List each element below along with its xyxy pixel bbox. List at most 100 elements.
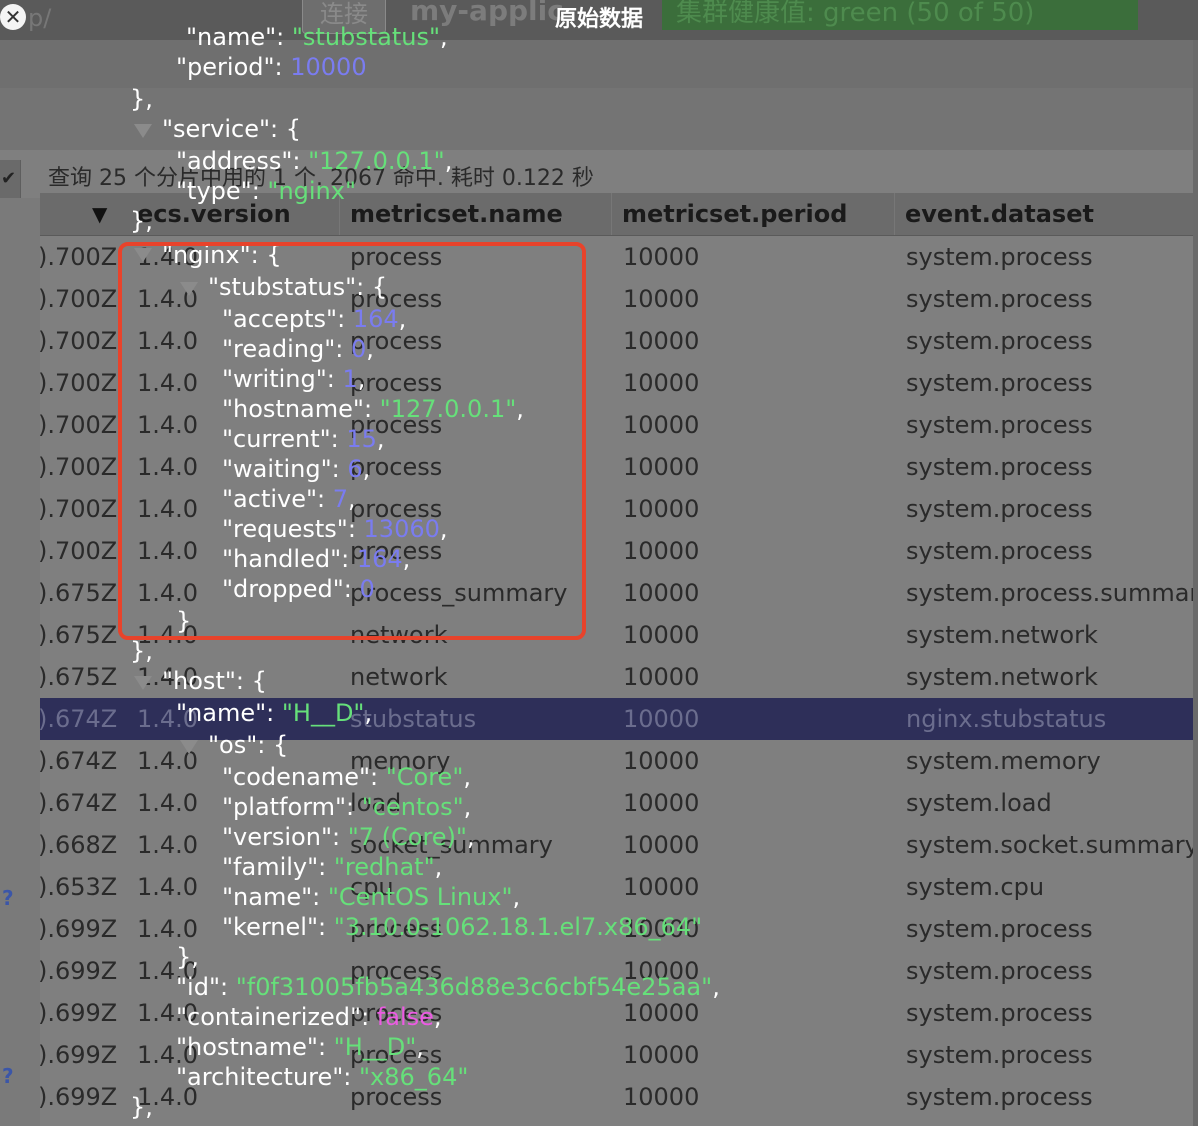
help-icon[interactable]: ? — [2, 1064, 14, 1088]
table-cell: 10000 — [623, 705, 700, 733]
toolbar-band — [0, 40, 1198, 88]
collapse-toggle-icon[interactable] — [134, 676, 152, 690]
filter-band — [0, 88, 1198, 150]
table-cell: stubstatus — [350, 705, 477, 733]
collapse-toggle-icon[interactable] — [134, 124, 152, 138]
table-cell: system.process — [906, 537, 1093, 565]
table-cell: 10000 — [623, 579, 700, 607]
table-row[interactable]: ).699Z 1.4.0 process 10000 system.process — [38, 1034, 1198, 1076]
table-row[interactable]: ).668Z 1.4.0 socket_summary 10000 system.soc… — [38, 824, 1198, 866]
table-cell: ).674Z — [38, 705, 118, 733]
table-cell: 10000 — [623, 621, 700, 649]
left-gutter: ? ? — [0, 198, 40, 1126]
column-header[interactable]: event.dataset — [895, 193, 1198, 235]
table-cell: 10000 — [623, 747, 700, 775]
column-header[interactable]: metricset.period — [612, 193, 895, 235]
table-row[interactable]: ).653Z 1.4.0 cpu 10000 system.cpu — [38, 866, 1198, 908]
table-cell: system.process.summar — [906, 579, 1198, 607]
table-cell: 1.4.0 — [137, 1083, 199, 1111]
table-cell: nginx.stubstatus — [906, 705, 1107, 733]
table-cell: 1.4.0 — [137, 957, 199, 985]
check-icon: ✔ — [1, 168, 17, 189]
table-cell: ).700Z — [38, 243, 118, 271]
table-cell: system.process — [906, 495, 1093, 523]
table-cell: 1.4.0 — [137, 663, 199, 691]
highlight-box — [118, 242, 586, 640]
table-cell: ).699Z — [38, 915, 118, 943]
table-cell: process — [350, 1041, 443, 1069]
table-cell: ).674Z — [38, 789, 118, 817]
table-cell: 1.4.0 — [137, 915, 199, 943]
table-cell: 10000 — [623, 495, 700, 523]
table-cell: 10000 — [623, 537, 700, 565]
table-cell: system.process — [906, 915, 1093, 943]
table-cell: system.process — [906, 999, 1093, 1027]
table-cell: system.process — [906, 243, 1093, 271]
table-cell: ).699Z — [38, 957, 118, 985]
table-row[interactable]: ).675Z 1.4.0 network 10000 system.network — [38, 656, 1198, 698]
table-header: ▼ ecs.version metricset.name metricset.p… — [40, 193, 1198, 236]
table-row[interactable]: ).674Z 1.4.0 memory 10000 system.memory — [38, 740, 1198, 782]
column-header[interactable]: metricset.name — [340, 193, 612, 235]
table-cell: ).668Z — [38, 831, 118, 859]
table-row[interactable]: ).674Z 1.4.0 load 10000 system.load — [38, 782, 1198, 824]
select-all-checkbox[interactable]: ✔ — [0, 160, 21, 198]
table-cell: ).700Z — [38, 453, 118, 481]
table-cell: system.process — [906, 453, 1093, 481]
table-cell: 10000 — [623, 1041, 700, 1069]
table-cell: 1.4.0 — [137, 1041, 199, 1069]
table-cell: ).700Z — [38, 369, 118, 397]
table-cell: ).700Z — [38, 327, 118, 355]
table-cell: system.process — [906, 327, 1093, 355]
table-cell: ).675Z — [38, 579, 118, 607]
table-cell: process — [350, 957, 443, 985]
table-cell: process — [350, 915, 443, 943]
query-summary: 查询 25 个分片中用的 1 个. 2067 命中. 耗时 0.122 秒 — [48, 166, 594, 191]
table-cell: system.network — [906, 663, 1098, 691]
table-cell: system.memory — [906, 747, 1101, 775]
table-cell: ).699Z — [38, 1083, 118, 1111]
table-cell: ).675Z — [38, 621, 118, 649]
table-cell: 10000 — [623, 1083, 700, 1111]
table-cell: ).700Z — [38, 495, 118, 523]
modal-title: 原始数据 — [554, 7, 643, 32]
table-row[interactable]: ).674Z 1.4.0 stubstatus 10000 nginx.stubstat… — [38, 698, 1198, 740]
table-cell: network — [350, 663, 448, 691]
column-header[interactable]: ecs.version — [127, 193, 340, 235]
table-cell: cpu — [350, 873, 394, 901]
table-cell: 10000 — [623, 957, 700, 985]
sort-desc-icon[interactable]: ▼ — [92, 193, 107, 235]
table-cell: process — [350, 999, 443, 1027]
table-row[interactable]: ).699Z 1.4.0 process 10000 system.process — [38, 992, 1198, 1034]
table-cell: 10000 — [623, 873, 700, 901]
table-cell: system.process — [906, 411, 1093, 439]
table-cell: system.process — [906, 285, 1093, 313]
collapse-toggle-icon[interactable] — [180, 740, 198, 754]
table-row[interactable]: ).699Z 1.4.0 process 10000 system.process — [38, 1076, 1198, 1118]
table-cell: system.socket.summary — [906, 831, 1198, 859]
table-cell: 1.4.0 — [137, 999, 199, 1027]
table-cell: 10000 — [623, 369, 700, 397]
table-cell: 1.4.0 — [137, 789, 199, 817]
table-cell: 10000 — [623, 285, 700, 313]
table-cell: 10000 — [623, 453, 700, 481]
table-row[interactable]: ).699Z 1.4.0 process 10000 system.process — [38, 908, 1198, 950]
table-cell: system.process — [906, 1041, 1093, 1069]
table-cell: system.load — [906, 789, 1052, 817]
table-cell: 10000 — [623, 999, 700, 1027]
table-cell: 10000 — [623, 327, 700, 355]
table-cell: ).700Z — [38, 411, 118, 439]
table-cell: 10000 — [623, 915, 700, 943]
table-cell: ).675Z — [38, 663, 118, 691]
table-cell: system.process — [906, 957, 1093, 985]
table-cell: process — [350, 1083, 443, 1111]
table-cell: memory — [350, 747, 451, 775]
help-icon[interactable]: ? — [2, 886, 14, 910]
scrollbar[interactable] — [1193, 40, 1198, 1126]
table-cell: 10000 — [623, 789, 700, 817]
table-cell: system.process — [906, 369, 1093, 397]
table-cell: socket_summary — [350, 831, 553, 859]
table-cell: 10000 — [623, 411, 700, 439]
table-cell: ).674Z — [38, 747, 118, 775]
table-row[interactable]: ).699Z 1.4.0 process 10000 system.process — [38, 950, 1198, 992]
